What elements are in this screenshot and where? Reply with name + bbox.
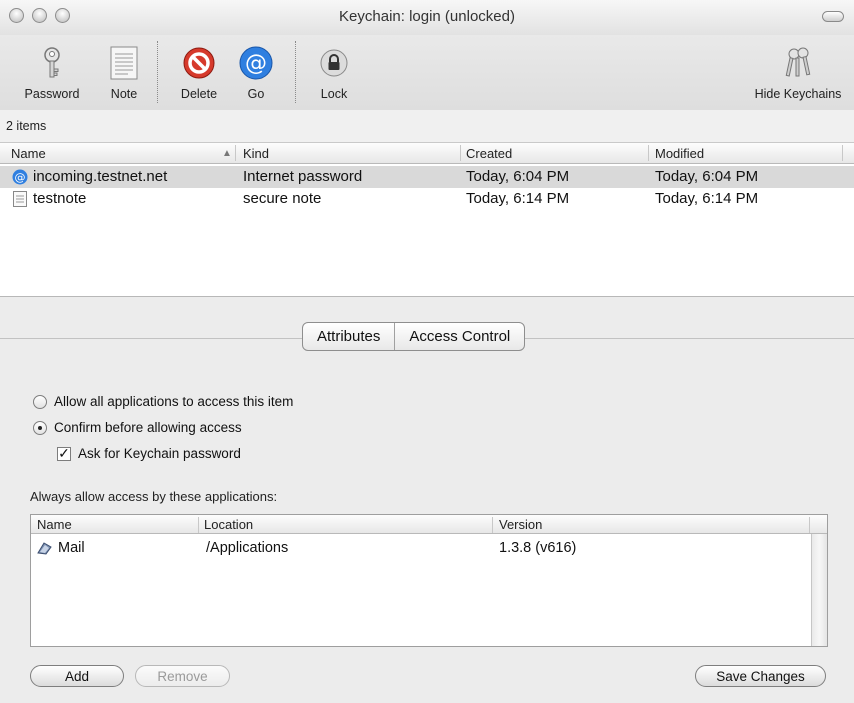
add-button[interactable]: Add bbox=[30, 665, 124, 687]
at-sign-icon: @ bbox=[239, 46, 273, 80]
note-icon bbox=[110, 46, 138, 80]
svg-text:@: @ bbox=[15, 171, 26, 184]
always-allow-label: Always allow access by these application… bbox=[30, 489, 278, 504]
item-name: incoming.testnet.net bbox=[33, 168, 168, 185]
column-header-name[interactable]: Name bbox=[11, 146, 46, 161]
mail-app-icon bbox=[37, 542, 52, 555]
allow-all-label: Allow all applications to access this it… bbox=[54, 394, 294, 409]
app-name: Mail bbox=[58, 540, 85, 556]
column-header-created[interactable]: Created bbox=[466, 146, 512, 161]
toolbar-toggle-button[interactable] bbox=[822, 11, 844, 22]
sort-ascending-icon: ▲ bbox=[222, 148, 232, 159]
column-divider bbox=[648, 145, 649, 161]
window-title: Keychain: login (unlocked) bbox=[339, 8, 515, 25]
delete-button-label: Delete bbox=[180, 87, 218, 101]
items-count-bar: 2 items bbox=[0, 110, 854, 143]
apps-scrollbar[interactable] bbox=[811, 534, 827, 646]
column-divider bbox=[809, 517, 810, 533]
note-button[interactable]: Note bbox=[104, 37, 144, 101]
app-location: /Applications bbox=[206, 540, 289, 556]
keychain-items-table: Name ▲ Kind Created Modified @ incoming.… bbox=[0, 143, 854, 297]
apps-table-header: Name Location Version bbox=[31, 515, 827, 534]
tab-access-control[interactable]: Access Control bbox=[394, 323, 524, 350]
tab-attributes[interactable]: Attributes bbox=[303, 323, 394, 350]
lock-icon bbox=[320, 49, 348, 77]
allow-all-option[interactable]: Allow all applications to access this it… bbox=[33, 394, 293, 409]
item-kind: secure note bbox=[243, 190, 322, 207]
item-modified: Today, 6:14 PM bbox=[655, 190, 759, 207]
item-modified: Today, 6:04 PM bbox=[655, 168, 759, 185]
table-row[interactable]: @ incoming.testnet.net Internet password… bbox=[0, 166, 854, 188]
ask-password-label: Ask for Keychain password bbox=[78, 446, 241, 461]
apps-column-name[interactable]: Name bbox=[37, 517, 72, 532]
keychain-icon bbox=[785, 47, 811, 77]
column-header-kind[interactable]: Kind bbox=[243, 146, 269, 161]
column-header-modified[interactable]: Modified bbox=[655, 146, 704, 161]
column-divider bbox=[460, 145, 461, 161]
column-divider bbox=[235, 145, 236, 161]
delete-button[interactable]: Delete bbox=[174, 37, 224, 101]
confirm-label: Confirm before allowing access bbox=[54, 420, 242, 435]
confirm-radio[interactable] bbox=[33, 420, 47, 435]
app-version: 1.3.8 (v616) bbox=[499, 540, 577, 556]
remove-button[interactable]: Remove bbox=[135, 665, 230, 687]
svg-text:@: @ bbox=[245, 51, 267, 76]
allowed-apps-table: Name Location Version Mail /Applications… bbox=[30, 514, 828, 647]
ask-password-option[interactable]: ✓ Ask for Keychain password bbox=[57, 446, 241, 461]
table-header: Name ▲ Kind Created Modified bbox=[0, 143, 854, 164]
confirm-option[interactable]: Confirm before allowing access bbox=[33, 420, 242, 435]
hide-keychains-button-label: Hide Keychains bbox=[754, 87, 842, 101]
tab-selector: Attributes Access Control bbox=[302, 322, 526, 351]
toolbar-separator bbox=[157, 41, 158, 103]
password-button-label: Password bbox=[24, 87, 80, 101]
password-button[interactable]: Password bbox=[24, 37, 80, 101]
allow-all-radio[interactable] bbox=[33, 394, 47, 409]
note-button-label: Note bbox=[110, 87, 138, 101]
column-divider bbox=[198, 517, 199, 533]
column-divider bbox=[492, 517, 493, 533]
note-icon bbox=[13, 191, 27, 207]
go-button-label: Go bbox=[247, 87, 265, 101]
title-bar: Keychain: login (unlocked) bbox=[0, 0, 854, 35]
keychain-window: Keychain: login (unlocked) Password Note bbox=[0, 0, 854, 703]
delete-icon bbox=[183, 47, 215, 79]
table-row[interactable]: testnote secure note Today, 6:14 PM Toda… bbox=[0, 188, 854, 210]
item-kind: Internet password bbox=[243, 168, 363, 185]
apps-column-version[interactable]: Version bbox=[499, 517, 542, 532]
go-button[interactable]: @ Go bbox=[234, 37, 278, 101]
column-divider bbox=[842, 145, 843, 161]
apps-column-location[interactable]: Location bbox=[204, 517, 253, 532]
items-count: 2 items bbox=[6, 119, 47, 133]
hide-keychains-button[interactable]: Hide Keychains bbox=[744, 37, 852, 101]
item-created: Today, 6:04 PM bbox=[466, 168, 570, 185]
toolbar: Password Note Delete @ Go Lock Hide Keyc… bbox=[0, 35, 854, 111]
save-changes-button[interactable]: Save Changes bbox=[695, 665, 826, 687]
ask-password-checkbox[interactable]: ✓ bbox=[57, 446, 71, 461]
app-row[interactable]: Mail /Applications 1.3.8 (v616) bbox=[31, 539, 811, 559]
lock-button-label: Lock bbox=[320, 87, 348, 101]
item-name: testnote bbox=[33, 190, 87, 207]
item-created: Today, 6:14 PM bbox=[466, 190, 570, 207]
key-icon bbox=[44, 47, 60, 78]
lock-button[interactable]: Lock bbox=[314, 37, 354, 101]
at-icon: @ bbox=[12, 169, 28, 185]
toolbar-separator bbox=[295, 41, 296, 103]
